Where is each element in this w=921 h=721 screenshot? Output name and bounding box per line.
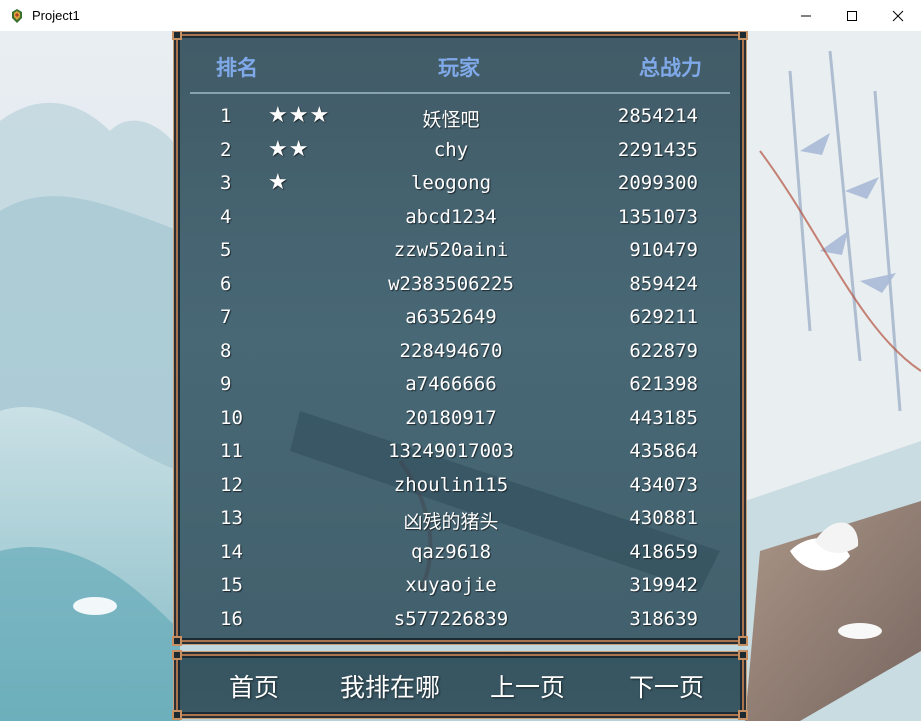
ranking-row: 10 20180917 443185 — [176, 402, 744, 436]
panel-corner — [738, 31, 748, 40]
row-rank: 15 — [220, 574, 243, 596]
row-power: 435864 — [629, 440, 698, 462]
header-divider — [190, 92, 730, 94]
minimize-button[interactable] — [783, 0, 829, 31]
row-power: 434073 — [629, 473, 698, 496]
panel-corner — [172, 710, 182, 720]
maximize-button[interactable] — [829, 0, 875, 31]
star-icons: ★★ — [268, 136, 310, 162]
maximize-icon — [847, 10, 857, 21]
row-power: 859424 — [629, 272, 698, 295]
star-icons: ★ — [268, 170, 289, 195]
row-player-name: chy — [433, 138, 469, 161]
row-rank: 8 — [220, 339, 232, 362]
minimize-icon — [801, 15, 811, 16]
row-player-name: abcd1234 — [405, 205, 497, 228]
row-power: 430881 — [629, 507, 698, 529]
panel-corner — [172, 650, 182, 660]
ranking-row: 8 228494670 622879 — [176, 335, 744, 369]
ranking-row: 9 a7466666 621398 — [176, 368, 744, 402]
window-title: Project1 — [32, 8, 80, 23]
row-rank: 12 — [220, 473, 243, 496]
row-power: 622879 — [629, 339, 698, 362]
title-bar[interactable]: Project1 — [0, 0, 921, 31]
header-player: 玩家 — [438, 56, 480, 80]
row-rank: 1 — [220, 105, 232, 127]
row-power: 1351073 — [617, 205, 698, 228]
ranking-row: 16 s577226839 318639 — [176, 603, 744, 637]
panel-corner — [738, 636, 748, 646]
game-window: Project1 排名 玩家 总战力 1 ★★★ 妖怪吧 2854214 2 ★… — [0, 0, 921, 721]
row-player-name: a7466666 — [405, 373, 497, 395]
star-icons: ★★★ — [268, 103, 331, 128]
panel-corner — [738, 710, 748, 720]
panel-corner — [738, 650, 748, 660]
row-rank: 16 — [220, 607, 243, 630]
row-player-name: qaz9618 — [410, 540, 492, 563]
row-player-name: 228494670 — [399, 339, 503, 362]
row-player-name: w2383506225 — [388, 272, 514, 295]
panel-corner — [172, 636, 182, 646]
row-player-name: leogong — [410, 172, 492, 194]
row-rank: 14 — [220, 540, 243, 563]
first-page-button[interactable]: 首页 — [229, 668, 279, 704]
row-rank: 10 — [220, 406, 243, 429]
ranking-row: 1 ★★★ 妖怪吧 2854214 — [176, 100, 744, 134]
ranking-row: 3 ★ leogong 2099300 — [176, 167, 744, 201]
row-player-name: 凶残的猪头 — [403, 511, 499, 533]
row-rank: 11 — [220, 440, 243, 462]
row-player-name: s577226839 — [393, 607, 509, 630]
row-rank: 9 — [220, 373, 232, 395]
row-rank: 13 — [220, 507, 243, 529]
row-power: 2291435 — [617, 138, 698, 161]
pagination-bar: 首页 我排在哪 上一页 下一页 — [172, 650, 748, 720]
row-power: 621398 — [629, 373, 698, 395]
header-rank: 排名 — [216, 56, 258, 80]
row-power: 418659 — [629, 540, 698, 563]
ranking-row: 7 a6352649 629211 — [176, 301, 744, 335]
row-rank: 2 — [220, 138, 232, 161]
row-power: 443185 — [629, 406, 698, 429]
row-player-name: xuyaojie — [405, 574, 497, 596]
game-scene: 排名 玩家 总战力 1 ★★★ 妖怪吧 2854214 2 ★★ chy 2291435 3… — [0, 31, 921, 721]
ranking-row: 13 凶残的猪头 430881 — [176, 502, 744, 536]
row-power: 910479 — [629, 239, 698, 261]
row-rank: 5 — [220, 239, 232, 261]
ranking-row: 5 zzw520aini 910479 — [176, 234, 744, 268]
app-icon — [12, 8, 22, 23]
next-page-button[interactable]: 下一页 — [629, 668, 704, 704]
ranking-row: 15 xuyaojie 319942 — [176, 569, 744, 603]
row-rank: 4 — [220, 205, 232, 228]
row-power: 2099300 — [617, 172, 698, 194]
ranking-row: 14 qaz9618 418659 — [176, 536, 744, 570]
row-rank: 6 — [220, 272, 232, 295]
window-controls — [783, 0, 921, 31]
ranking-rows: 1 ★★★ 妖怪吧 2854214 2 ★★ chy 2291435 3 ★ leogong 20… — [176, 100, 744, 636]
ranking-panel: 排名 玩家 总战力 1 ★★★ 妖怪吧 2854214 2 ★★ chy 2291435 3… — [172, 31, 748, 646]
row-player-name: a6352649 — [405, 306, 497, 328]
row-player-name: zzw520aini — [393, 239, 509, 261]
row-rank: 7 — [220, 306, 232, 328]
header-power: 总战力 — [639, 56, 702, 80]
row-power: 318639 — [629, 607, 698, 630]
ranking-row: 2 ★★ chy 2291435 — [176, 134, 744, 168]
close-button[interactable] — [875, 0, 921, 31]
row-rank: 3 — [220, 172, 232, 194]
row-power: 2854214 — [617, 105, 698, 127]
row-player-name: 妖怪吧 — [422, 109, 480, 131]
row-power: 319942 — [629, 574, 698, 596]
panel-corner — [172, 31, 182, 40]
row-power: 629211 — [629, 306, 698, 328]
row-player-name: zhoulin115 — [393, 473, 509, 496]
ranking-row: 4 abcd1234 1351073 — [176, 201, 744, 235]
my-rank-button[interactable]: 我排在哪 — [340, 668, 440, 704]
row-player-name: 20180917 — [405, 406, 497, 429]
prev-page-button[interactable]: 上一页 — [490, 668, 565, 704]
row-player-name: 13249017003 — [388, 440, 514, 462]
ranking-row: 12 zhoulin115 434073 — [176, 469, 744, 503]
ranking-row: 6 w2383506225 859424 — [176, 268, 744, 302]
ranking-row: 11 13249017003 435864 — [176, 435, 744, 469]
close-icon — [892, 10, 904, 21]
